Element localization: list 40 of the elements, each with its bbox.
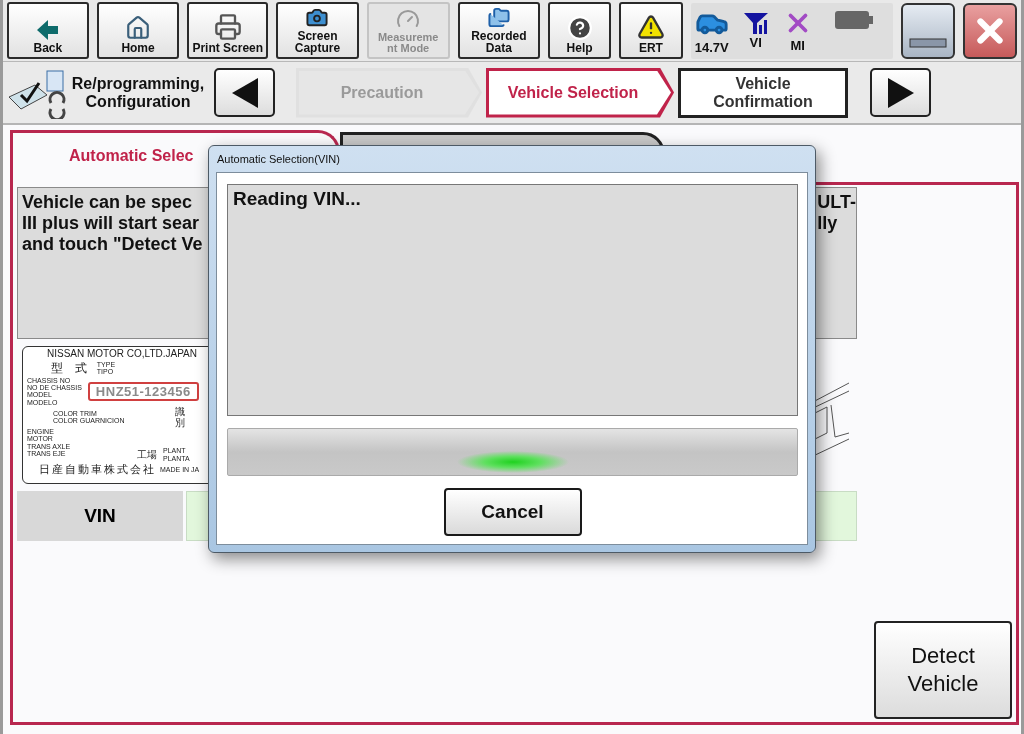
toolbar-button[interactable]: ERT xyxy=(619,2,683,59)
battery-icon xyxy=(834,8,873,31)
plate-text: 型 式 xyxy=(51,359,91,377)
printer-icon xyxy=(213,13,242,41)
toolbar-button[interactable]: Recorded Data xyxy=(457,2,541,59)
house-icon xyxy=(125,15,152,41)
previous-button[interactable] xyxy=(214,68,275,117)
left-triangle-icon xyxy=(231,77,258,108)
back-arrow-icon xyxy=(36,19,59,41)
step-tab[interactable]: Vehicle Selection xyxy=(486,67,674,118)
detect-vehicle-button[interactable]: Detect Vehicle xyxy=(874,621,1012,719)
status-label: VI xyxy=(749,35,762,50)
toolbar-button[interactable]: Help xyxy=(548,2,611,59)
minimize-icon xyxy=(909,37,947,48)
toolbar-button[interactable]: Print Screen xyxy=(187,2,269,59)
instruction-text: Vehicle can be spec III plus will start sear and touch "Detect Ve xyxy=(22,192,203,256)
chassis-number: HNZ51-123456 xyxy=(87,381,199,401)
message-box: Reading VIN... xyxy=(227,184,798,416)
close-button[interactable] xyxy=(963,2,1017,59)
status-label: 14.7V xyxy=(694,40,729,55)
module-title: Re/programming, Configuration xyxy=(70,74,206,111)
status-label: MI xyxy=(790,38,805,53)
dialog-title: Automatic Selection(VIN) xyxy=(216,152,340,167)
plate-text: 日産自動車株式会社 xyxy=(39,461,156,477)
plate-text: 工場 xyxy=(137,447,157,462)
toolbar-button[interactable]: Home xyxy=(96,2,180,59)
next-button[interactable] xyxy=(870,68,931,117)
instruction-text: ULT- lly xyxy=(817,192,856,235)
minimize-button[interactable] xyxy=(901,2,955,59)
plate-text: 識別 xyxy=(174,405,185,428)
help-icon xyxy=(566,15,593,41)
vin-label: VIN xyxy=(17,491,183,541)
antenna-icon xyxy=(742,11,769,35)
plate-text: NISSAN MOTOR CO,LTD.JAPAN xyxy=(47,349,197,360)
step-tab[interactable]: Vehicle Confirmation xyxy=(678,67,848,118)
toolbar-button[interactable]: Screen Capture xyxy=(276,2,359,59)
right-triangle-icon xyxy=(887,77,914,108)
warning-icon xyxy=(636,13,665,41)
cancel-button[interactable]: Cancel xyxy=(443,488,582,536)
toolbar-button[interactable]: Back xyxy=(7,2,89,59)
